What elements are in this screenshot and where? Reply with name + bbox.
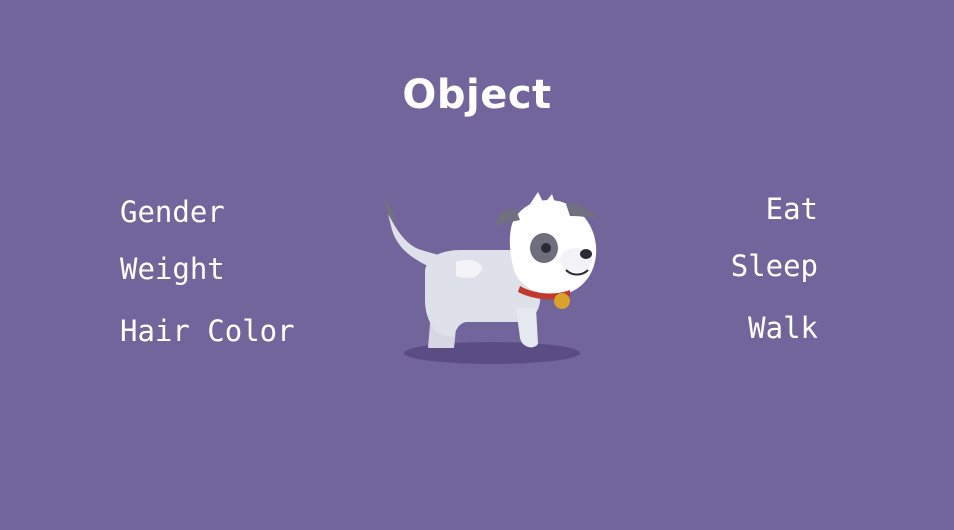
- method-walk: Walk: [748, 311, 818, 345]
- dog-illustration: [384, 192, 597, 364]
- method-sleep: Sleep: [730, 249, 818, 283]
- method-eat: Eat: [765, 192, 818, 226]
- dog-front-leg: [516, 308, 538, 348]
- dog-eye: [541, 243, 551, 253]
- dog-collar-tag: [554, 293, 570, 309]
- property-gender: Gender: [120, 195, 225, 229]
- dog-nose: [580, 249, 592, 259]
- property-hair-color: Hair Color: [120, 314, 295, 348]
- slide-title: Object: [402, 72, 552, 118]
- property-weight: Weight: [120, 252, 225, 286]
- dog-fur-tuft: [530, 192, 556, 206]
- slide: Object Gender Weight Hair Color Eat Slee…: [0, 0, 954, 530]
